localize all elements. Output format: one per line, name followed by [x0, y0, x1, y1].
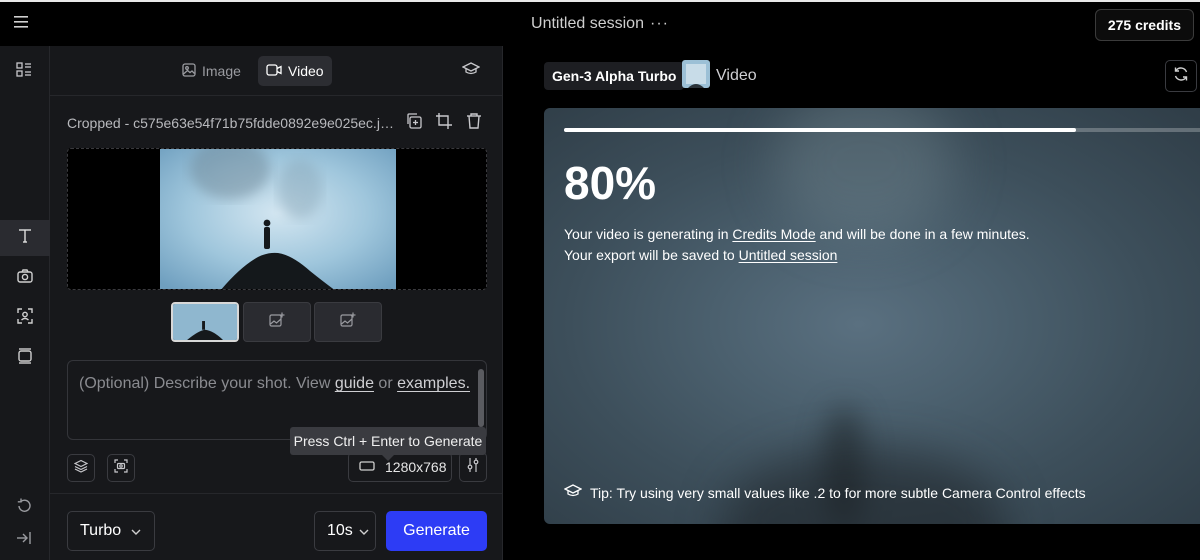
session-link[interactable]: Untitled session	[739, 247, 838, 263]
tab-video[interactable]: Video	[258, 56, 332, 86]
examples-link[interactable]: examples.	[397, 375, 470, 392]
refresh-icon	[1173, 66, 1189, 87]
sliders-icon	[466, 457, 480, 478]
chevron-down-icon	[131, 522, 141, 540]
prompt-scrollbar[interactable]	[478, 369, 484, 427]
generate-tooltip: Press Ctrl + Enter to Generate	[290, 427, 486, 461]
camera-tool-button[interactable]	[0, 260, 50, 296]
top-bar: Untitled session ··· 275 credits	[0, 0, 1200, 46]
add-image-icon	[269, 312, 285, 333]
layout-icon[interactable]	[16, 62, 32, 83]
tip-text: Tip: Try using very small values like .2…	[590, 484, 1086, 501]
prompt-tools: 1280x768	[67, 452, 487, 482]
line1-suffix: and will be done in a few minutes.	[815, 226, 1030, 242]
more-options-icon[interactable]: ···	[650, 15, 669, 32]
video-icon	[266, 63, 282, 79]
model-mode-label: Turbo	[80, 522, 122, 539]
progress-line-1: Your video is generating in Credits Mode…	[564, 224, 1030, 245]
face-scan-icon	[17, 307, 33, 329]
generate-button[interactable]: Generate	[386, 511, 487, 551]
line1-prefix: Your video is generating in	[564, 226, 733, 242]
crop-icon[interactable]	[435, 112, 455, 132]
generate-bar: Turbo 10s Generate	[50, 493, 503, 560]
resolution-label: 1280x768	[385, 459, 447, 475]
refresh-button[interactable]	[1165, 60, 1197, 92]
video-thumbnail-icon	[682, 59, 710, 93]
frame-icon	[17, 347, 33, 369]
add-image-icon	[340, 312, 356, 333]
duration-select[interactable]: 10s	[314, 511, 376, 551]
camera-icon	[17, 268, 33, 288]
image-preview	[67, 148, 487, 290]
asset-header: Cropped - c575e63e54f71b75fdde0892e9e025…	[67, 112, 487, 136]
aspect-ratio-icon	[359, 459, 375, 475]
credits-mode-link[interactable]: Credits Mode	[732, 226, 815, 242]
model-mode-select[interactable]: Turbo	[67, 511, 155, 551]
preview-image	[160, 149, 396, 289]
model-chip: Gen-3 Alpha Turbo	[544, 62, 685, 90]
tab-image[interactable]: Image	[174, 56, 249, 86]
prompt-or-text: or	[373, 375, 398, 392]
layers-button[interactable]	[67, 454, 95, 482]
resolution-button[interactable]: 1280x768	[348, 452, 452, 482]
progress-message: Your video is generating in Credits Mode…	[564, 224, 1030, 266]
generation-progress-card: 80% Your video is generating in Credits …	[544, 108, 1200, 524]
line2-prefix: Your export will be saved to	[564, 247, 739, 263]
graduation-cap-icon	[563, 484, 583, 501]
session-title-text[interactable]: Untitled session	[531, 15, 644, 32]
tool-rail	[0, 46, 50, 560]
guide-link[interactable]: guide	[335, 375, 374, 392]
progress-fill	[564, 128, 1076, 132]
text-icon	[17, 228, 33, 249]
camera-scan-icon	[114, 458, 128, 478]
tip-row: Tip: Try using very small values like .2…	[563, 484, 1086, 501]
text-tool-button[interactable]	[0, 220, 50, 256]
prompt-placeholder: (Optional) Describe your shot. View guid…	[79, 375, 470, 393]
frame-tool-button[interactable]	[0, 340, 50, 376]
mode-tabs: Image Video	[50, 46, 503, 96]
asset-file-name: Cropped - c575e63e54f71b75fdde0892e9e025…	[67, 115, 397, 131]
session-title[interactable]: Untitled session ···	[0, 15, 1200, 33]
duplicate-icon[interactable]	[405, 112, 425, 132]
undo-icon[interactable]	[15, 497, 33, 520]
face-scan-tool-button[interactable]	[0, 300, 50, 336]
add-keyframe-last[interactable]	[314, 302, 382, 342]
tab-image-label: Image	[202, 63, 241, 79]
collapse-icon[interactable]	[15, 530, 33, 551]
chevron-down-icon	[359, 522, 369, 540]
output-type-label: Video	[716, 67, 757, 84]
progress-percent: 80%	[564, 157, 657, 209]
trash-icon[interactable]	[465, 112, 485, 132]
generation-panel: Image Video Cropped - c575e63e54f71b75fd…	[50, 46, 503, 560]
add-keyframe-middle[interactable]	[243, 302, 311, 342]
graduation-cap-icon[interactable]	[461, 62, 481, 81]
image-icon	[182, 62, 196, 80]
layers-icon	[73, 459, 89, 478]
keyframe-thumb-1[interactable]	[171, 302, 239, 342]
progress-bar	[564, 128, 1200, 132]
output-type: Video	[682, 59, 757, 93]
progress-line-2: Your export will be saved to Untitled se…	[564, 245, 1030, 266]
camera-control-button[interactable]	[107, 454, 135, 482]
prompt-placeholder-prefix: (Optional) Describe your shot. View	[79, 375, 335, 392]
tab-video-label: Video	[288, 63, 324, 79]
settings-button[interactable]	[459, 452, 487, 482]
duration-label: 10s	[327, 522, 353, 539]
credits-badge[interactable]: 275 credits	[1094, 9, 1194, 41]
